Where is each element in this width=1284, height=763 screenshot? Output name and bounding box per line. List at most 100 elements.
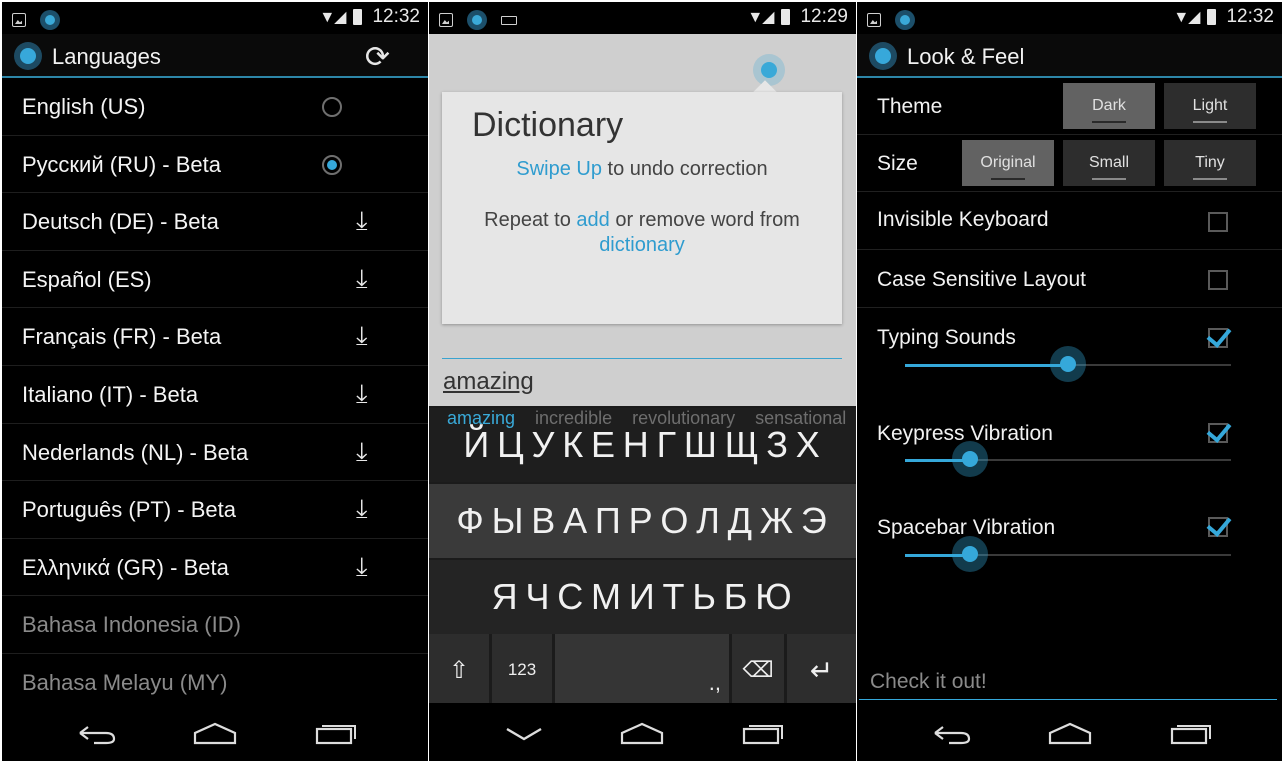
numbers-key[interactable]: 123 [492, 634, 552, 706]
letter-key[interactable]: О [657, 500, 693, 542]
spacebar-vibration-checkbox[interactable] [1208, 517, 1228, 537]
app-logo-icon[interactable] [869, 42, 897, 70]
letter-key[interactable]: Й [460, 424, 494, 466]
size-original-button[interactable]: Original [962, 140, 1054, 186]
letter-key[interactable]: Щ [722, 424, 764, 466]
refresh-icon[interactable]: ⟳ [365, 40, 390, 75]
letter-key[interactable]: Е [588, 424, 620, 466]
language-row[interactable]: Русский (RU) - Beta [2, 136, 428, 194]
language-row[interactable]: Ελληνικά (GR) - Beta ⤓ [2, 539, 428, 597]
letter-key[interactable]: И [626, 576, 660, 618]
letter-key[interactable]: Г [654, 424, 681, 466]
letter-key[interactable]: Х [793, 424, 825, 466]
language-radio[interactable] [322, 97, 342, 117]
suggestion-item[interactable]: sensational [755, 408, 846, 429]
slider-thumb[interactable] [952, 441, 988, 477]
letter-key[interactable]: П [592, 500, 626, 542]
spacebar-vibration-slider[interactable] [905, 536, 1231, 572]
space-key[interactable]: ., [555, 634, 729, 706]
letter-key[interactable]: Н [620, 424, 654, 466]
recent-apps-icon[interactable] [1169, 721, 1213, 745]
add-highlight: add [576, 209, 610, 231]
check-it-out-field[interactable] [859, 668, 1277, 700]
app-notification-icon [40, 10, 60, 30]
invisible-keyboard-checkbox[interactable] [1208, 212, 1228, 232]
enter-key[interactable]: ↵ [787, 634, 856, 706]
letter-key[interactable]: Ю [752, 576, 796, 618]
download-icon[interactable]: ⤓ [356, 438, 368, 464]
check-it-out-input[interactable] [870, 670, 1250, 694]
app-logo-icon[interactable] [14, 42, 42, 70]
home-icon[interactable] [192, 721, 238, 745]
letter-key[interactable]: В [528, 500, 560, 542]
theme-dark-button[interactable]: Dark [1063, 83, 1155, 129]
wifi-signal-icon: ▼◢ [319, 9, 346, 26]
download-icon[interactable]: ⤓ [356, 380, 368, 406]
letter-key[interactable]: Э [798, 500, 832, 542]
letter-key[interactable]: Ш [681, 424, 722, 466]
language-row[interactable]: Français (FR) - Beta ⤓ [2, 308, 428, 366]
back-icon[interactable] [931, 721, 973, 745]
language-radio[interactable] [322, 154, 342, 175]
letter-key[interactable]: Ц [494, 424, 528, 466]
letter-key[interactable]: М [588, 576, 626, 618]
letter-key[interactable]: Ь [689, 576, 720, 618]
theme-light-button[interactable]: Light [1164, 83, 1256, 129]
suggestion-item[interactable]: incredible [535, 408, 612, 429]
letter-key[interactable]: Д [725, 500, 757, 542]
keypress-vibration-checkbox[interactable] [1208, 423, 1228, 443]
language-row[interactable]: Nederlands (NL) - Beta ⤓ [2, 424, 428, 482]
download-icon[interactable]: ⤓ [356, 207, 368, 233]
letter-key[interactable]: Ж [757, 500, 798, 542]
home-icon[interactable] [1047, 721, 1093, 745]
letter-key[interactable]: К [559, 424, 588, 466]
size-small-button[interactable]: Small [1063, 140, 1155, 186]
slider-thumb[interactable] [1050, 346, 1086, 382]
keypress-vibration-slider[interactable] [905, 441, 1231, 477]
language-row[interactable]: Italiano (IT) - Beta ⤓ [2, 366, 428, 424]
letter-key[interactable]: З [763, 424, 793, 466]
letter-key[interactable]: Ф [453, 500, 488, 542]
letter-key[interactable]: Я [489, 576, 523, 618]
letter-key[interactable]: Л [693, 500, 724, 542]
recent-apps-icon[interactable] [741, 721, 785, 745]
language-row[interactable]: English (US) [2, 78, 428, 136]
recent-apps-icon[interactable] [314, 721, 358, 745]
page-title: Languages [52, 44, 161, 69]
download-icon[interactable]: ⤓ [356, 495, 368, 521]
letter-key[interactable]: Ч [522, 576, 554, 618]
typing-sounds-checkbox[interactable] [1208, 328, 1228, 348]
slider-thumb[interactable] [952, 536, 988, 572]
language-label: Français (FR) - Beta [22, 324, 222, 350]
back-icon[interactable] [76, 721, 118, 745]
backspace-key[interactable]: ⌫ [732, 634, 784, 706]
invisible-keyboard-row[interactable]: Invisible Keyboard [857, 192, 1282, 250]
case-sensitive-checkbox[interactable] [1208, 270, 1228, 290]
suggestion-item[interactable]: amazing [447, 408, 515, 429]
letter-key[interactable]: Б [721, 576, 752, 618]
language-row[interactable]: Deutsch (DE) - Beta ⤓ [2, 193, 428, 251]
case-sensitive-row[interactable]: Case Sensitive Layout [857, 250, 1282, 308]
suggestion-item[interactable]: revolutionary [632, 408, 735, 429]
language-row[interactable]: Bahasa Indonesia (ID) [2, 596, 428, 654]
download-icon[interactable]: ⤓ [356, 322, 368, 348]
letter-key[interactable]: Ы [489, 500, 529, 542]
look-and-feel-screen: ▼◢ 12:32 Look & Feel Theme Dark Light Si… [857, 2, 1282, 761]
shift-key[interactable]: ⇧ [429, 634, 489, 706]
home-icon[interactable] [619, 721, 665, 745]
hide-keyboard-icon[interactable] [503, 721, 545, 745]
language-row[interactable]: Español (ES) ⤓ [2, 251, 428, 309]
letter-key[interactable]: А [560, 500, 592, 542]
typing-sounds-slider[interactable] [905, 346, 1231, 382]
letter-key[interactable]: Т [660, 576, 690, 618]
text-input-field[interactable]: amazing [443, 368, 534, 396]
download-icon[interactable]: ⤓ [356, 265, 368, 291]
letter-key[interactable]: С [554, 576, 588, 618]
language-row[interactable]: Português (PT) - Beta ⤓ [2, 481, 428, 539]
function-key-row: ⇧ 123 ., ⌫ ↵ [429, 634, 856, 706]
letter-key[interactable]: У [529, 424, 560, 466]
download-icon[interactable]: ⤓ [356, 553, 368, 579]
size-tiny-button[interactable]: Tiny [1164, 140, 1256, 186]
dictionary-tooltip: Dictionary Swipe Up to undo correction R… [442, 92, 842, 324]
letter-key[interactable]: Р [626, 500, 658, 542]
